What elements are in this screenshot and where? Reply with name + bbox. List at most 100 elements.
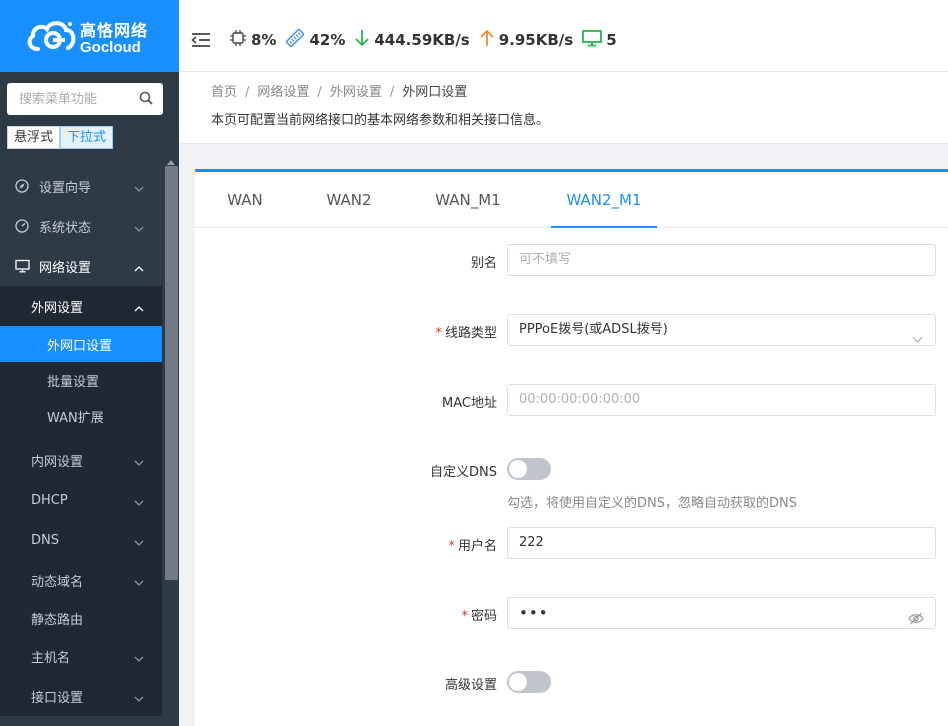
chevron-down-icon [134,455,144,470]
menu-label: 静态路由 [31,612,84,628]
password-input[interactable]: ••• [507,597,936,629]
custom-dns-hint: 勾选，将使用自定义的DNS，忽略自动获取的DNS [507,496,797,511]
required-marker: * [448,539,455,554]
search-icon[interactable] [139,91,153,109]
top-strip [179,0,948,8]
password-value: ••• [519,604,549,622]
clients-value: 5 [606,30,617,49]
brand-name-cn: 高恪网络 [80,20,149,40]
mode-floating-button[interactable]: 悬浮式 [7,126,61,149]
menu-dns[interactable]: DNS [0,520,162,560]
chevron-down-icon [134,651,144,666]
breadcrumb-network[interactable]: 网络设置 [257,85,309,100]
breadcrumb-bar: 首页 / 网络设置 / 外网设置 / 外网口设置 本页可配置当前网络接口的基本网络参数和相关… [179,72,948,144]
menu-label: WAN扩展 [47,410,104,426]
chevron-down-icon [912,325,923,355]
chevron-down-icon [134,221,144,236]
menu-label: DHCP [31,492,68,508]
menu-label: 接口设置 [31,690,84,706]
wan-submenu: 外网口设置 批量设置 WAN扩展 [0,326,162,434]
compass-icon [14,178,30,194]
network-submenu: 外网设置 外网口设置 批量设置 WAN扩展 内网设置 DHCP DNS 动态域名… [0,286,162,716]
upload-arrow-icon [479,29,499,51]
dashboard-icon [14,218,30,234]
line-type-value: PPPoE拨号(或ADSL拨号) [519,322,668,337]
download-stat: 444.59KB/s [354,29,470,51]
line-type-label: * 线路类型 [435,326,497,341]
page-description: 本页可配置当前网络接口的基本网络参数和相关接口信息。 [211,113,550,128]
cpu-value: 8% [251,30,277,49]
menu-static-route[interactable]: 静态路由 [0,600,162,636]
brand-name-en: Gocloud [80,38,141,56]
wan-tabs: WAN WAN2 WAN_M1 WAN2_M1 [195,172,948,228]
menu-batch-settings[interactable]: 批量设置 [0,362,162,398]
menu-label: 批量设置 [47,374,100,390]
breadcrumb-current: 外网口设置 [402,85,468,100]
chevron-down-icon [134,535,144,550]
menu-wan-settings[interactable]: 外网设置 [0,286,162,326]
side-menu: 设置向导 系统状态 网络设置 外网设置 外网口设置 批量设置 WAN扩展 内网设… [0,166,162,716]
memory-stat: 42% [285,28,345,52]
header-bar: 8% 42% 444.59KB/s 9.95KB/s 5 [179,8,948,72]
monitor-icon [14,258,30,274]
upload-value: 9.95KB/s [498,30,574,49]
download-value: 444.59KB/s [374,30,470,49]
menu-dhcp[interactable]: DHCP [0,480,162,520]
sidebar-scrollbar[interactable] [162,150,179,726]
tab-wan2-m1[interactable]: WAN2_M1 [551,172,657,228]
menu-wan-port-settings[interactable]: 外网口设置 [0,326,162,362]
line-type-select[interactable]: PPPoE拨号(或ADSL拨号) [507,314,936,346]
cloud-logo-icon [26,18,78,54]
menu-interface-settings[interactable]: 接口设置 [0,676,162,716]
menu-network-settings[interactable]: 网络设置 [0,246,162,286]
menu-setup-wizard[interactable]: 设置向导 [0,166,162,206]
tab-wan-m1[interactable]: WAN_M1 [419,172,517,228]
tab-wan2[interactable]: WAN2 [309,172,389,228]
computer-icon [582,29,606,51]
menu-label: 网络设置 [39,260,92,276]
upload-stat: 9.95KB/s [479,29,573,51]
mode-dropdown-button[interactable]: 下拉式 [60,126,114,149]
menu-label: 内网设置 [31,454,84,470]
password-label: * 密码 [461,609,497,624]
menu-lan-settings[interactable]: 内网设置 [0,440,162,480]
eye-hidden-icon[interactable] [908,607,924,637]
alias-input[interactable]: 可不填写 [507,244,936,276]
breadcrumb-wan[interactable]: 外网设置 [330,85,382,100]
mac-label: MAC地址 [442,396,497,411]
menu-search [7,83,163,115]
download-arrow-icon [354,29,374,51]
menu-label: 系统状态 [39,220,92,236]
menu-wan-extension[interactable]: WAN扩展 [0,398,162,434]
menu-mode-toggle: 悬浮式 下拉式 [7,126,114,149]
menu-hostname[interactable]: 主机名 [0,636,162,676]
menu-label: 外网口设置 [47,338,113,354]
mac-input[interactable]: 00:00:00:00:00:00 [507,384,936,416]
menu-search-input[interactable] [19,91,134,107]
chevron-down-icon [134,691,144,706]
custom-dns-switch[interactable] [507,458,551,480]
chevron-up-icon [134,301,144,316]
required-marker: * [461,609,468,624]
scrollbar-thumb[interactable] [165,166,178,580]
menu-system-status[interactable]: 系统状态 [0,206,162,246]
menu-label: 外网设置 [31,300,84,316]
cpu-icon [229,29,251,51]
advanced-switch[interactable] [507,671,551,693]
settings-card: WAN WAN2 WAN_M1 WAN2_M1 别名 可不填写 * 线路类型 PP… [195,169,948,726]
username-label: * 用户名 [448,539,497,554]
alias-label: 别名 [470,256,497,271]
menu-label: 设置向导 [39,180,92,196]
clients-stat: 5 [582,29,617,51]
memory-value: 42% [309,30,346,49]
required-marker: * [435,326,442,341]
menu-ddns[interactable]: 动态域名 [0,560,162,600]
chevron-up-icon [134,261,144,276]
collapse-menu-icon[interactable] [191,32,211,48]
custom-dns-label: 自定义DNS [430,465,497,480]
advanced-label: 高级设置 [444,678,497,693]
breadcrumb-home[interactable]: 首页 [211,85,237,100]
username-input[interactable]: 222 [507,527,936,559]
logo: 高恪网络 Gocloud [0,0,179,72]
tab-wan[interactable]: WAN [207,172,283,228]
